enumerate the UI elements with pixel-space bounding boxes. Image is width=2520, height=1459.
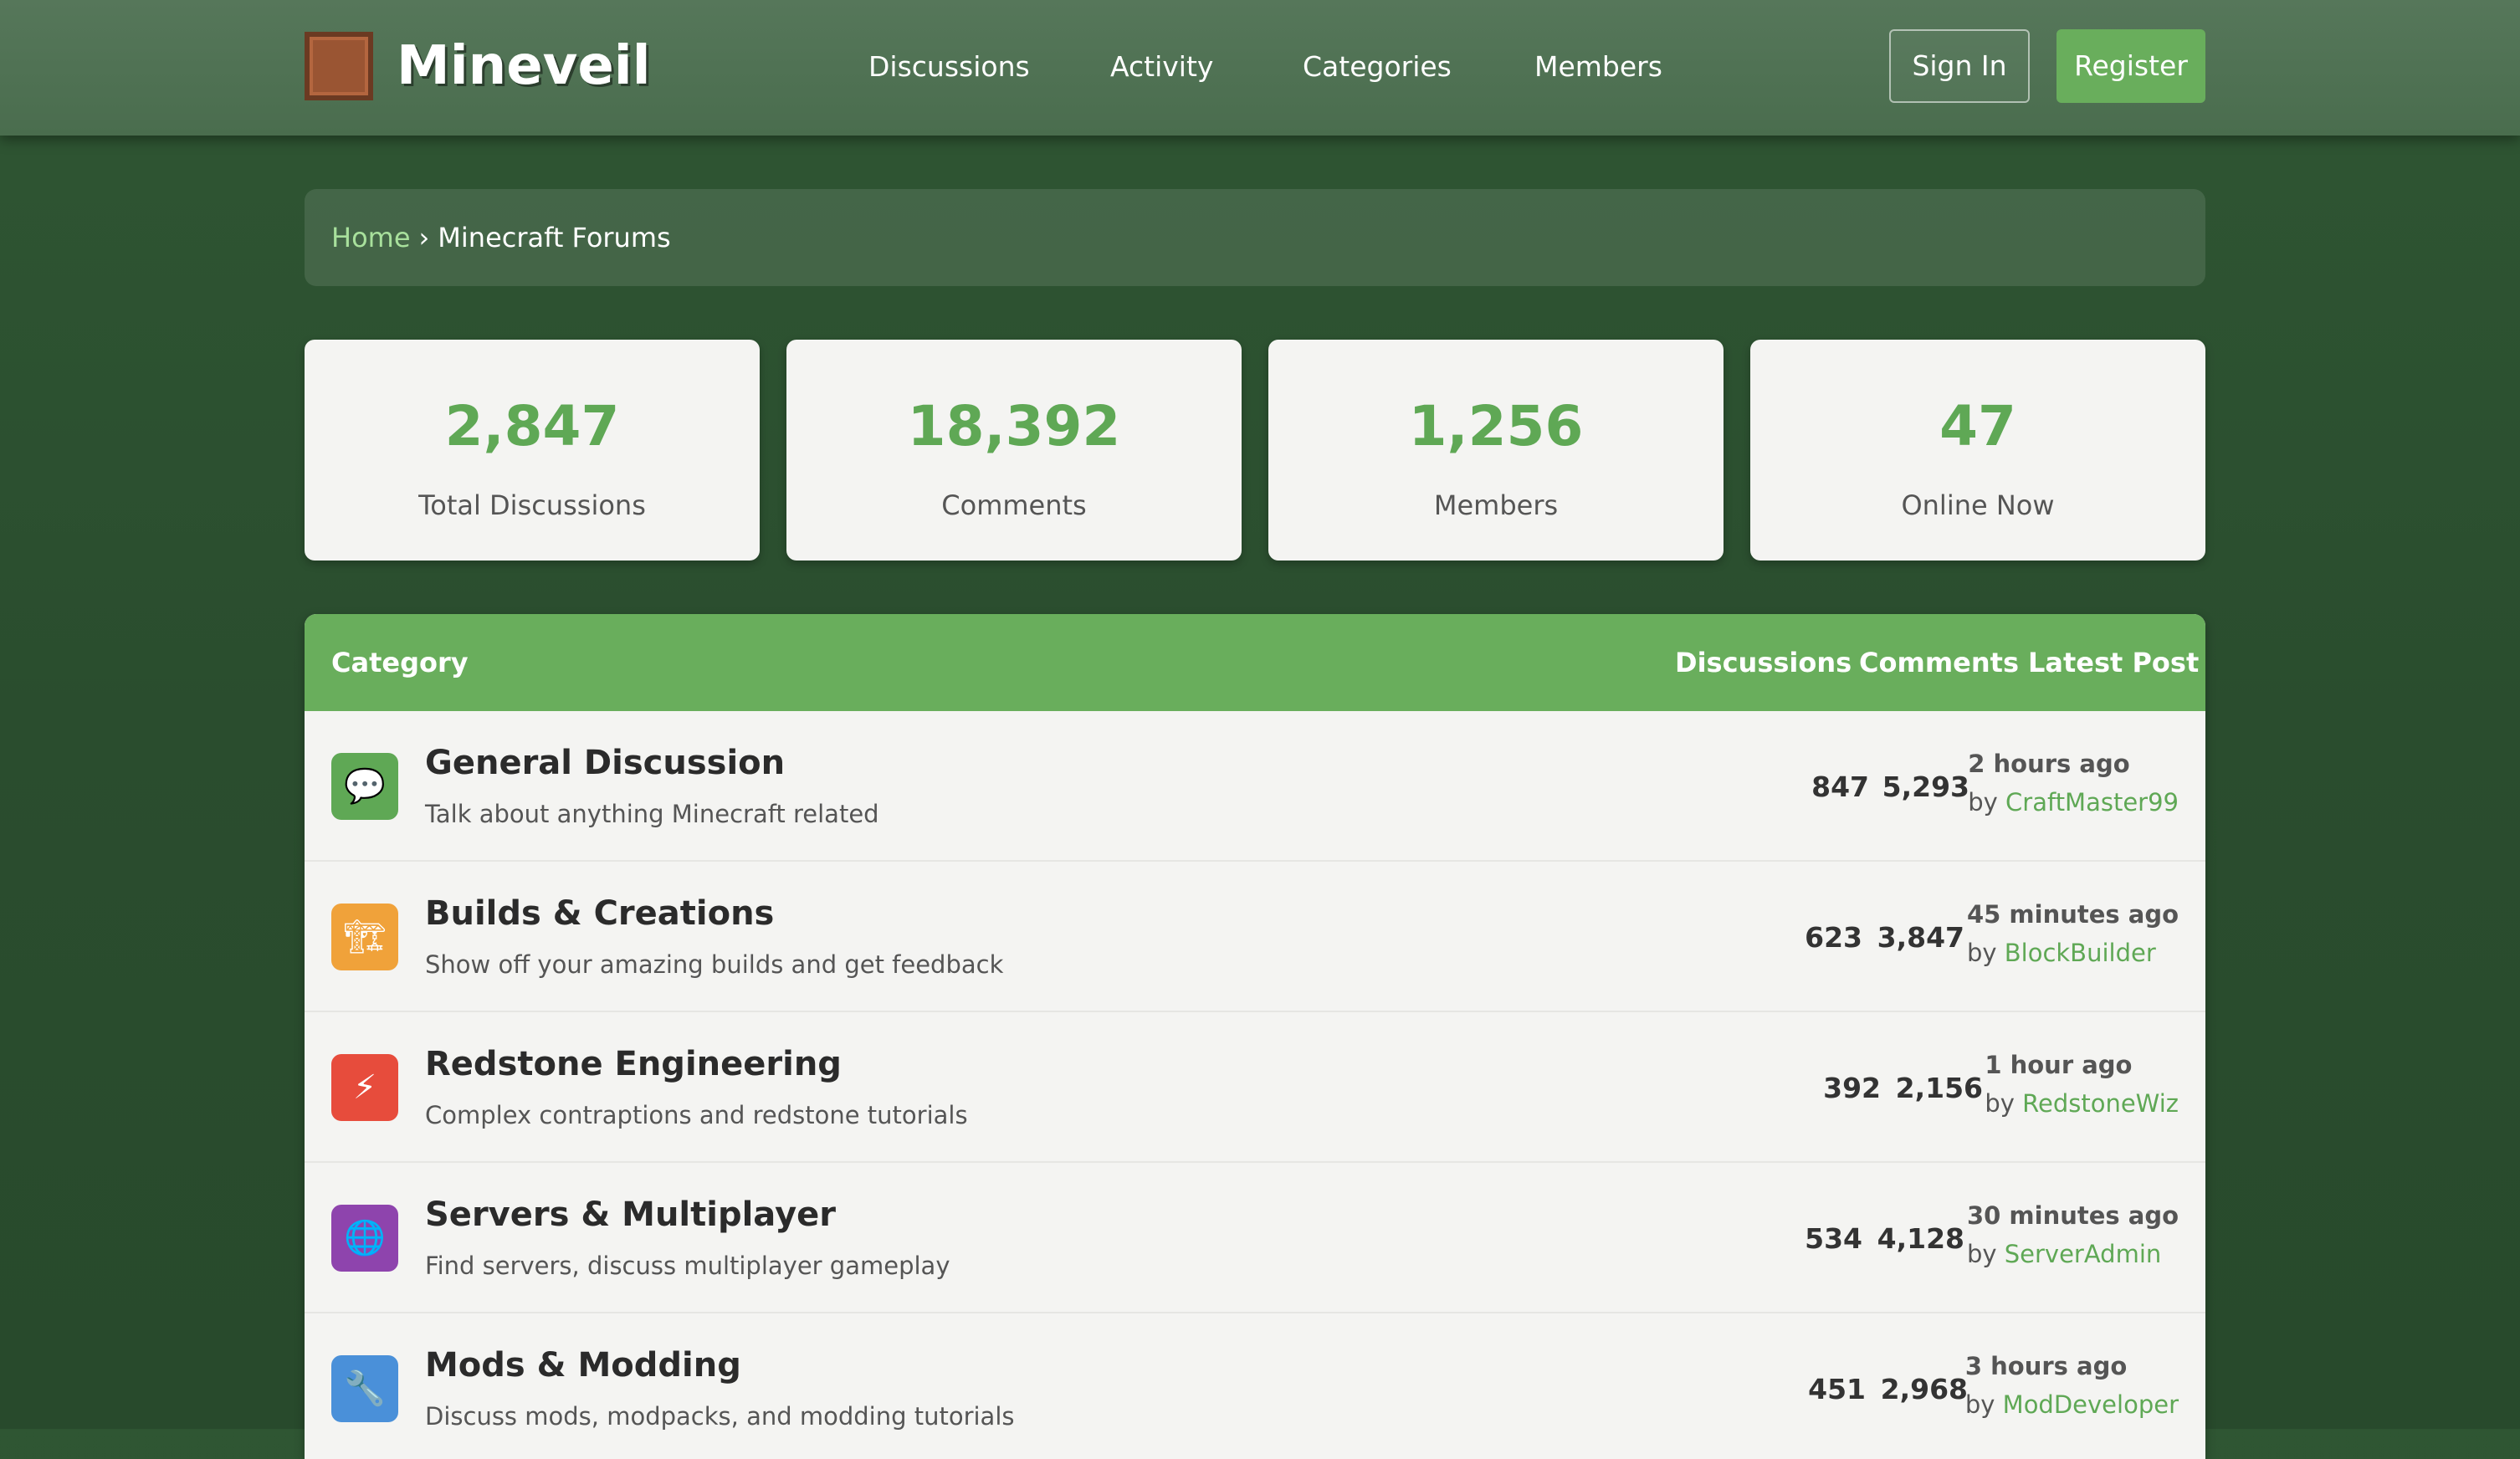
latest-post-user-link[interactable]: RedstoneWiz xyxy=(2022,1089,2179,1118)
stat-label: Total Discussions xyxy=(418,489,646,521)
latest-post-by-label: by xyxy=(1966,939,1997,967)
header-discussions: Discussions xyxy=(1675,647,1852,678)
register-button[interactable]: Register xyxy=(2056,29,2205,103)
breadcrumb: Home › Minecraft Forums xyxy=(305,189,2205,286)
stat-value: 1,256 xyxy=(1408,394,1584,458)
stat-card-members: 1,256 Members xyxy=(1268,340,1724,561)
sign-in-button[interactable]: Sign In xyxy=(1889,29,2030,103)
speech-bubble-icon: 💬 xyxy=(331,753,398,820)
table-header: Category Discussions Comments Latest Pos… xyxy=(305,614,2205,711)
nav-categories[interactable]: Categories xyxy=(1303,47,1452,87)
site-header: Mineveil Discussions Activity Categories… xyxy=(0,0,2520,136)
category-row-general-discussion[interactable]: 💬 General Discussion Talk about anything… xyxy=(305,711,2205,862)
category-description: Discuss mods, modpacks, and modding tuto… xyxy=(425,1402,1015,1431)
latest-post-time: 2 hours ago xyxy=(1968,750,2130,778)
latest-post-time: 3 hours ago xyxy=(1964,1352,2128,1380)
latest-post-author: by BlockBuilder xyxy=(1967,934,2179,972)
category-table: Category Discussions Comments Latest Pos… xyxy=(305,614,2205,1459)
latest-post-by-label: by xyxy=(1964,1390,1995,1419)
latest-post: 30 minutes ago by ServerAdmin xyxy=(1967,1196,2179,1273)
latest-post-author: by RedstoneWiz xyxy=(1985,1084,2179,1123)
category-row-builds-creations[interactable]: 🏗 Builds & Creations Show off your amazi… xyxy=(305,862,2205,1012)
stat-label: Comments xyxy=(941,489,1087,521)
nav-discussions[interactable]: Discussions xyxy=(868,47,1030,87)
discussion-count: 451 xyxy=(1808,1373,1866,1405)
stat-value: 18,392 xyxy=(907,394,1121,458)
stat-card-online-now: 47 Online Now xyxy=(1750,340,2205,561)
stat-value: 47 xyxy=(1939,394,2016,458)
latest-post-user-link[interactable]: CraftMaster99 xyxy=(2005,788,2179,817)
comment-count: 5,293 xyxy=(1882,770,1969,803)
category-description: Talk about anything Minecraft related xyxy=(425,800,879,828)
latest-post-time: 30 minutes ago xyxy=(1966,1201,2179,1230)
latest-post-by-label: by xyxy=(1966,1240,1997,1268)
category-title[interactable]: Mods & Modding xyxy=(425,1344,741,1387)
category-row-mods-modding[interactable]: 🔧 Mods & Modding Discuss mods, modpacks,… xyxy=(305,1313,2205,1459)
stat-label: Members xyxy=(1433,489,1559,521)
stat-card-total-discussions: 2,847 Total Discussions xyxy=(305,340,760,561)
latest-post-by-label: by xyxy=(1985,1089,2015,1118)
comment-count: 2,156 xyxy=(1895,1072,1983,1104)
logo-icon[interactable] xyxy=(305,32,373,100)
breadcrumb-home-link[interactable]: Home xyxy=(331,222,411,253)
construction-crane-icon: 🏗 xyxy=(331,904,398,970)
category-row-redstone-engineering[interactable]: ⚡ Redstone Engineering Complex contrapti… xyxy=(305,1012,2205,1163)
wrench-icon: 🔧 xyxy=(331,1355,398,1422)
stat-value: 2,847 xyxy=(444,394,620,458)
latest-post-author: by CraftMaster99 xyxy=(1968,783,2179,822)
comment-count: 4,128 xyxy=(1877,1222,1964,1255)
nav-activity[interactable]: Activity xyxy=(1110,47,1213,87)
breadcrumb-separator: › xyxy=(418,222,430,253)
latest-post-author: by ServerAdmin xyxy=(1967,1235,2179,1273)
discussion-count: 534 xyxy=(1805,1222,1862,1255)
latest-post: 3 hours ago by ModDeveloper xyxy=(1965,1347,2179,1424)
latest-post: 45 minutes ago by BlockBuilder xyxy=(1967,895,2179,972)
category-title[interactable]: Servers & Multiplayer xyxy=(425,1193,836,1236)
category-description: Complex contraptions and redstone tutori… xyxy=(425,1101,968,1129)
globe-icon: 🌐 xyxy=(331,1205,398,1272)
latest-post-time: 1 hour ago xyxy=(1985,1051,2133,1079)
category-row-servers-multiplayer[interactable]: 🌐 Servers & Multiplayer Find servers, di… xyxy=(305,1163,2205,1313)
latest-post-time: 45 minutes ago xyxy=(1966,900,2179,929)
category-description: Show off your amazing builds and get fee… xyxy=(425,950,1004,979)
category-description: Find servers, discuss multiplayer gamepl… xyxy=(425,1252,950,1280)
nav-members[interactable]: Members xyxy=(1534,47,1662,87)
category-title[interactable]: General Discussion xyxy=(425,741,785,785)
latest-post: 2 hours ago by CraftMaster99 xyxy=(1968,745,2179,822)
stat-label: Online Now xyxy=(1901,489,2055,521)
comment-count: 3,847 xyxy=(1877,921,1964,954)
header-latest-post: Latest Post xyxy=(2028,647,2200,678)
latest-post: 1 hour ago by RedstoneWiz xyxy=(1985,1046,2179,1123)
comment-count: 2,968 xyxy=(1880,1373,1968,1405)
header-comments: Comments xyxy=(1859,647,2019,678)
stat-card-comments: 18,392 Comments xyxy=(786,340,1242,561)
breadcrumb-current: Minecraft Forums xyxy=(438,222,671,253)
latest-post-user-link[interactable]: ServerAdmin xyxy=(2005,1240,2162,1268)
discussion-count: 623 xyxy=(1805,921,1862,954)
lightning-bolt-icon: ⚡ xyxy=(331,1054,398,1121)
latest-post-user-link[interactable]: BlockBuilder xyxy=(2005,939,2156,967)
discussion-count: 392 xyxy=(1823,1072,1881,1104)
brand-name[interactable]: Mineveil xyxy=(397,28,651,104)
discussion-count: 847 xyxy=(1811,770,1869,803)
category-title[interactable]: Redstone Engineering xyxy=(425,1042,842,1086)
category-title[interactable]: Builds & Creations xyxy=(425,892,774,935)
latest-post-user-link[interactable]: ModDeveloper xyxy=(2003,1390,2179,1419)
latest-post-by-label: by xyxy=(1968,788,1998,817)
latest-post-author: by ModDeveloper xyxy=(1965,1385,2179,1424)
header-category: Category xyxy=(331,647,469,678)
